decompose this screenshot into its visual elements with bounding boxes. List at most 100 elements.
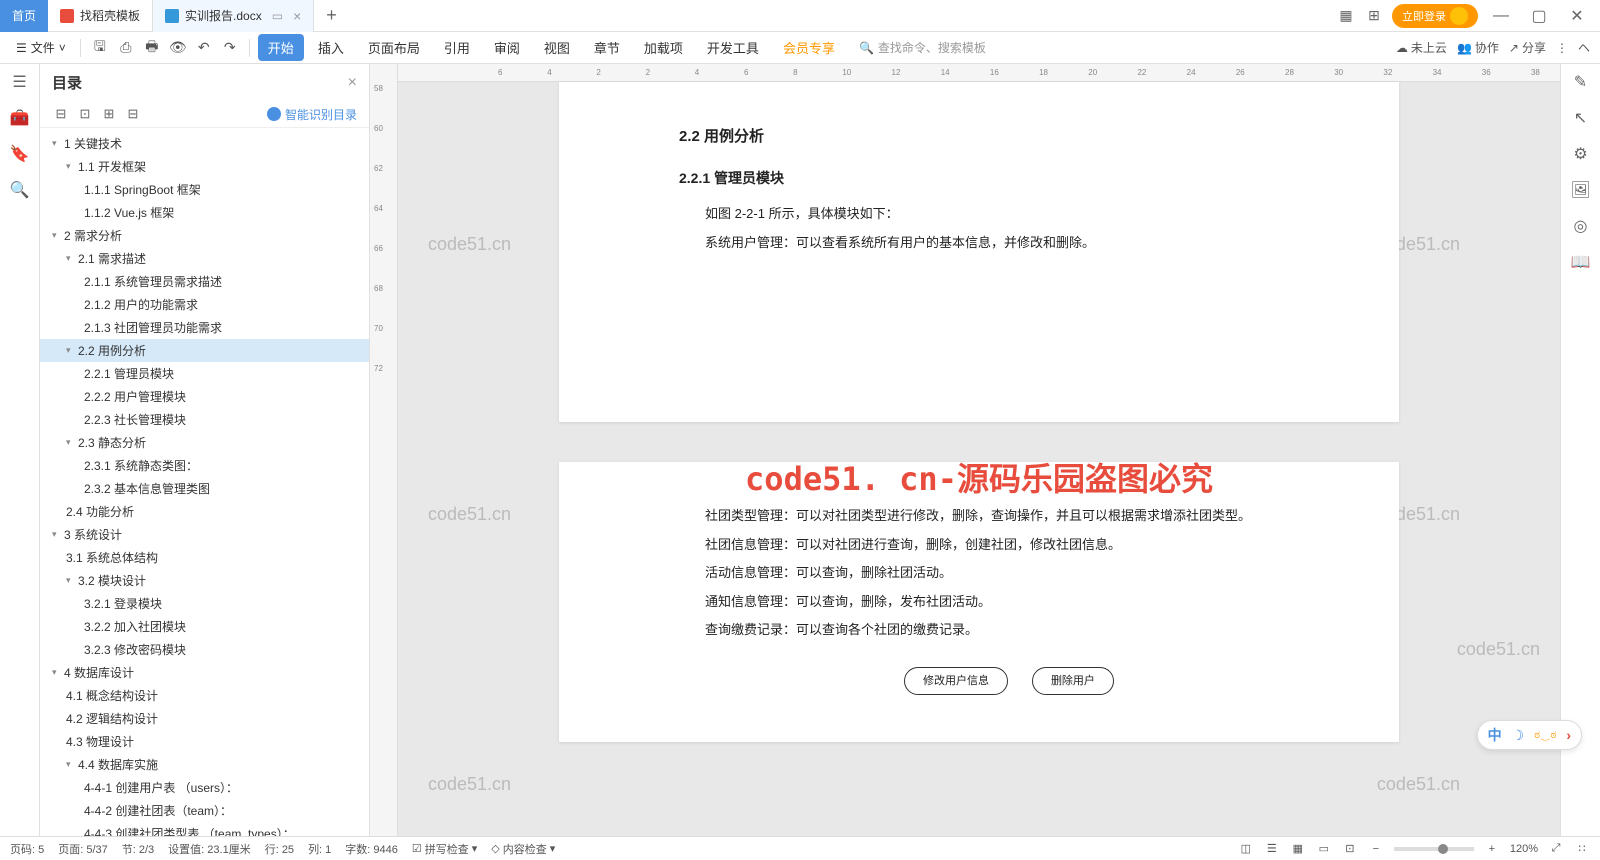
toc-item[interactable]: 2.1.1 系统管理员需求描述 [40, 270, 369, 293]
read-icon[interactable]: 📖 [1571, 252, 1591, 272]
redo-icon[interactable]: ↷ [219, 37, 241, 59]
close-sidebar-icon[interactable]: × [348, 74, 357, 92]
ribbon-review[interactable]: 审阅 [484, 34, 530, 61]
ribbon-addons[interactable]: 加载项 [634, 34, 693, 61]
toc-item[interactable]: 4.1 概念结构设计 [40, 684, 369, 707]
status-contentcheck[interactable]: ◇ 内容检查 ▾ [491, 841, 555, 857]
toc-item[interactable]: 2.3.1 系统静态类图： [40, 454, 369, 477]
toc-item[interactable]: 2.2.3 社长管理模块 [40, 408, 369, 431]
new-tab-button[interactable]: + [314, 5, 349, 26]
ribbon-references[interactable]: 引用 [434, 34, 480, 61]
toc-item[interactable]: ▾2.3 静态分析 [40, 431, 369, 454]
ribbon-start[interactable]: 开始 [258, 34, 304, 61]
toc-item[interactable]: 3.1 系统总体结构 [40, 546, 369, 569]
login-button[interactable]: 立即登录 [1392, 4, 1478, 28]
status-page-no[interactable]: 页码: 5 [10, 841, 44, 857]
bookmark-icon[interactable]: 🔖 [10, 144, 30, 164]
modify-user-button[interactable]: 修改用户信息 [904, 667, 1008, 695]
fit-icon[interactable]: ⤢ [1548, 841, 1564, 857]
toc-item[interactable]: 3.2.1 登录模块 [40, 592, 369, 615]
view-mode-2-icon[interactable]: ☰ [1264, 841, 1280, 857]
print-icon[interactable]: 🖶 [141, 37, 163, 59]
emoji-icon[interactable]: ಠ‿ಠ [1534, 729, 1556, 742]
more-status-icon[interactable]: ∷ [1574, 841, 1590, 857]
preview-icon[interactable]: 👁 [167, 37, 189, 59]
view-mode-1-icon[interactable]: ◫ [1238, 841, 1254, 857]
export-icon[interactable]: ⎙ [115, 37, 137, 59]
status-page[interactable]: 页面: 5/37 [58, 841, 108, 857]
view-mode-3-icon[interactable]: ▦ [1290, 841, 1306, 857]
ribbon-insert[interactable]: 插入 [308, 34, 354, 61]
toc-item[interactable]: 2.2.1 管理员模块 [40, 362, 369, 385]
toc-item[interactable]: 3.2.2 加入社团模块 [40, 615, 369, 638]
status-spellcheck[interactable]: ☑ 拼写检查 ▾ [412, 841, 477, 857]
toc-item[interactable]: ▾1.1 开发框架 [40, 155, 369, 178]
add-icon[interactable]: ⊞ [100, 105, 118, 123]
toc-item[interactable]: ▾4 数据库设计 [40, 661, 369, 684]
apps-icon[interactable]: ⊞ [1364, 6, 1384, 26]
moon-icon[interactable]: ☽ [1512, 727, 1525, 744]
status-wordcount[interactable]: 字数: 9446 [345, 841, 398, 857]
toc-item[interactable]: ▾2 需求分析 [40, 224, 369, 247]
toc-item[interactable]: 4.2 逻辑结构设计 [40, 707, 369, 730]
collapse-all-icon[interactable]: ⊡ [76, 105, 94, 123]
toc-item[interactable]: 4.3 物理设计 [40, 730, 369, 753]
ribbon-developer[interactable]: 开发工具 [697, 34, 769, 61]
toc-item[interactable]: ▾3.2 模块设计 [40, 569, 369, 592]
toc-item[interactable]: 2.1.2 用户的功能需求 [40, 293, 369, 316]
pen-icon[interactable]: ✎ [1571, 72, 1591, 92]
toolbox-icon[interactable]: 🧰 [10, 108, 30, 128]
restore-icon[interactable]: ▭ [272, 9, 283, 23]
ribbon-sections[interactable]: 章节 [584, 34, 630, 61]
tab-document[interactable]: 实训报告.docx ▭ × [153, 0, 314, 32]
close-tab-icon[interactable]: × [293, 8, 301, 24]
toc-item[interactable]: 2.1.3 社团管理员功能需求 [40, 316, 369, 339]
ime-mode[interactable]: 中 [1488, 725, 1502, 745]
share-button[interactable]: ↗ 分享 [1509, 39, 1546, 56]
settings-icon[interactable]: ⚙ [1571, 144, 1591, 164]
cloud-status[interactable]: ☁ 未上云 [1396, 39, 1447, 56]
tab-home[interactable]: 首页 [0, 0, 48, 32]
view-mode-5-icon[interactable]: ⊡ [1342, 841, 1358, 857]
outline-icon[interactable]: ☰ [10, 72, 30, 92]
toc-item[interactable]: 4-4-3 创建社团类型表 （team_types）： [40, 822, 369, 836]
zoom-level[interactable]: 120% [1510, 843, 1538, 855]
tab-template[interactable]: 找稻壳模板 [48, 0, 153, 32]
toc-item[interactable]: ▾4.4 数据库实施 [40, 753, 369, 776]
status-section[interactable]: 节: 2/3 [122, 841, 154, 857]
expand-arrow-icon[interactable]: › [1566, 727, 1571, 743]
collab-button[interactable]: 👥 协作 [1457, 39, 1499, 56]
target-icon[interactable]: ◎ [1571, 216, 1591, 236]
command-search[interactable]: 🔍 查找命令、搜索模板 [859, 39, 986, 56]
toc-item[interactable]: 2.2.2 用户管理模块 [40, 385, 369, 408]
ime-toolbar[interactable]: 中 ☽ ಠ‿ಠ › [1477, 720, 1582, 750]
collapse-ribbon-icon[interactable]: ヘ [1578, 39, 1590, 56]
ribbon-pagelayout[interactable]: 页面布局 [358, 34, 430, 61]
toc-item[interactable]: 1.1.2 Vue.js 框架 [40, 201, 369, 224]
toc-item[interactable]: 3.2.3 修改密码模块 [40, 638, 369, 661]
save-icon[interactable]: 🖫 [89, 37, 111, 59]
close-window-button[interactable]: ✕ [1562, 2, 1592, 30]
smart-toc-button[interactable]: 智能识别目录 [267, 106, 357, 123]
zoom-out-icon[interactable]: − [1368, 841, 1384, 857]
ribbon-view[interactable]: 视图 [534, 34, 580, 61]
image-icon[interactable]: 🖼 [1571, 180, 1591, 200]
toc-item[interactable]: 2.4 功能分析 [40, 500, 369, 523]
toc-item[interactable]: 4-4-1 创建用户表 （users）： [40, 776, 369, 799]
ribbon-member[interactable]: 会员专享 [773, 34, 845, 61]
view-mode-4-icon[interactable]: ▭ [1316, 841, 1332, 857]
zoom-in-icon[interactable]: + [1484, 841, 1500, 857]
file-menu[interactable]: ☰ 文件 ˅ [10, 35, 72, 60]
search-panel-icon[interactable]: 🔍 [10, 180, 30, 200]
toc-item[interactable]: ▾1 关键技术 [40, 132, 369, 155]
toc-item[interactable]: ▾2.2 用例分析 [40, 339, 369, 362]
toc-item[interactable]: 2.3.2 基本信息管理类图 [40, 477, 369, 500]
select-icon[interactable]: ↖ [1571, 108, 1591, 128]
toc-item[interactable]: ▾2.1 需求描述 [40, 247, 369, 270]
layout-icon[interactable]: ▦ [1336, 6, 1356, 26]
toc-item[interactable]: ▾3 系统设计 [40, 523, 369, 546]
toc-item[interactable]: 4-4-2 创建社团表（team）： [40, 799, 369, 822]
remove-icon[interactable]: ⊟ [124, 105, 142, 123]
maximize-button[interactable]: ▢ [1524, 2, 1554, 30]
minimize-button[interactable]: — [1486, 2, 1516, 30]
